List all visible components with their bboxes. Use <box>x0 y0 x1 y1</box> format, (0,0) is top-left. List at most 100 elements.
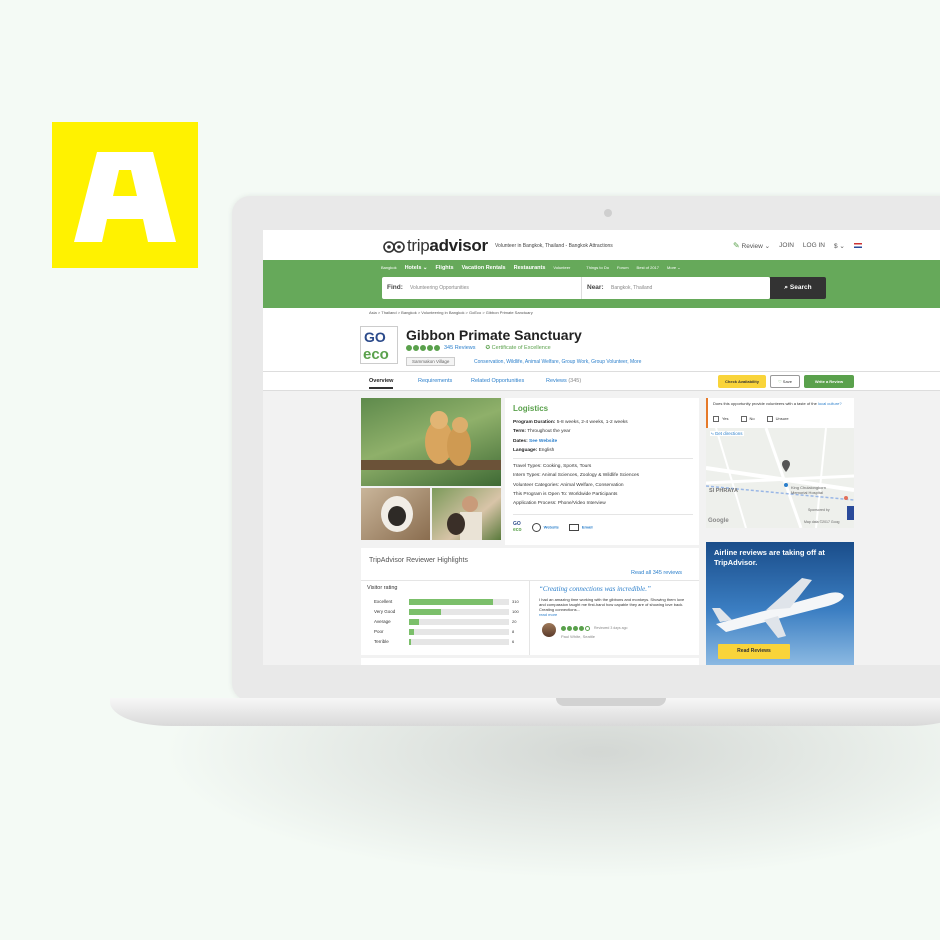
rating-bar-track <box>409 629 509 635</box>
nav-item-flights[interactable]: Flights <box>436 265 454 271</box>
goeco-small-logo: GO eco <box>513 521 522 533</box>
nav-item-things-to-do[interactable]: Things to Do <box>586 265 609 270</box>
nav-item-vacation-rentals[interactable]: Vacation Rentals <box>462 265 506 271</box>
nav-item-forum[interactable]: Forum <box>617 265 629 270</box>
dates-row: Dates: See Website <box>513 437 628 446</box>
tripadvisor-logo[interactable]: tripadvisor <box>383 236 488 256</box>
highlights-column-divider <box>529 580 530 655</box>
highlights-divider <box>361 580 699 581</box>
rating-bar-fill <box>409 629 414 635</box>
directions-icon: ⤷ <box>711 431 714 436</box>
login-link[interactable]: LOG IN <box>803 242 825 249</box>
save-button[interactable]: ♡ Save <box>770 375 800 388</box>
goeco-logo-top: GO <box>364 329 386 345</box>
rating-label: Very Good <box>374 609 396 614</box>
nav-item-more[interactable]: More ⌄ <box>667 265 681 270</box>
tab-requirements[interactable]: Requirements <box>418 378 452 384</box>
logistics-panel: Logistics Program Duration: 5-8 weeks, 2… <box>505 398 699 545</box>
review-button[interactable]: ✎ Review ⌄ <box>733 241 770 250</box>
question-text: Does this opportunity provide volunteers… <box>713 401 817 406</box>
contact-links: GO eco Website Email <box>513 521 593 533</box>
open-to-value: Worldwide Participants <box>568 491 618 497</box>
question-link[interactable]: local culture? <box>818 401 842 406</box>
email-label: Email <box>581 524 593 530</box>
page-crumb: Volunteer in Bangkok, Thailand - Bangkok… <box>495 243 613 249</box>
answer-unsure-label: Unsure <box>775 416 789 422</box>
tab-reviews[interactable]: Reviews (345) <box>546 378 581 384</box>
term-label: Term: <box>513 429 526 435</box>
answer-no-label: No <box>749 416 755 422</box>
logistics-divider-2 <box>513 514 693 515</box>
write-review-button[interactable]: Write a Review <box>804 375 854 388</box>
rating-row-very-good[interactable]: Very Good 100 <box>374 608 524 618</box>
review-quote-title[interactable]: “Creating connections was incredible.” <box>539 585 651 593</box>
avatar[interactable] <box>542 623 556 637</box>
gibbon-photo-small-1[interactable] <box>361 488 430 540</box>
map-hospital-label: King Chulalongkorn Memorial Hospital <box>791 485 826 495</box>
search-button[interactable]: ⌕ Search <box>770 277 826 299</box>
map-sponsor-logo[interactable] <box>847 506 854 520</box>
answer-no[interactable]: No <box>740 416 755 422</box>
rating-row: 345 Reviews ✪ Certificate of Excellence <box>406 345 551 351</box>
rating-bubbles <box>406 345 440 351</box>
find-input[interactable]: Volunteering Opportunities <box>410 285 469 291</box>
dates-link[interactable]: See Website <box>529 439 557 444</box>
volunteer-photo[interactable] <box>432 488 501 540</box>
rating-row-average[interactable]: Average 20 <box>374 618 524 628</box>
check-availability-button[interactable]: Check Availability <box>718 375 766 388</box>
travel-types-value: Cooking, Sports, Tours <box>542 464 592 469</box>
tab-reviews-count: (345) <box>568 378 582 384</box>
review-quote-body: I had an amazing time working with the g… <box>539 597 685 612</box>
language-row: Language: English <box>513 446 628 455</box>
save-label: Save <box>782 379 792 384</box>
content-bottom <box>361 658 699 665</box>
map-sponsored-label: Sponsored by <box>808 508 830 512</box>
tab-overview[interactable]: Overview <box>369 378 394 389</box>
dates-label: Dates: <box>513 438 528 444</box>
rating-row-terrible[interactable]: Terrible 6 <box>374 638 524 648</box>
airplane-icon <box>712 578 844 638</box>
globe-icon <box>531 522 541 532</box>
read-more-link[interactable]: read more <box>539 612 557 617</box>
rating-bar-fill <box>409 609 441 615</box>
gibbon-photo-main[interactable] <box>361 398 501 486</box>
rating-bar-track <box>409 639 509 645</box>
rating-row-excellent[interactable]: Excellent 310 <box>374 598 524 608</box>
review-bubbles <box>561 626 590 631</box>
application-label: Application Process: <box>513 501 557 507</box>
get-directions-link[interactable]: ⤷ Get directions <box>710 431 744 436</box>
read-all-reviews-link[interactable]: Read all 345 reviews <box>631 570 682 576</box>
heart-icon: ♡ <box>778 379 782 384</box>
camera-icon <box>604 209 612 217</box>
near-input[interactable]: Bangkok, Thailand <box>611 285 652 291</box>
intern-types-label: Intern Types: <box>513 473 541 479</box>
read-reviews-button[interactable]: Read Reviews <box>718 644 790 659</box>
nav-item-best-of[interactable]: Best of 2017 <box>637 265 659 270</box>
email-link[interactable]: Email <box>568 523 593 531</box>
search-divider <box>581 277 582 299</box>
join-link[interactable]: JOIN <box>779 242 794 249</box>
nav-item-hotels[interactable]: Hotels ⌄ <box>405 265 428 271</box>
top-bar: tripadvisor Volunteer in Bangkok, Thaila… <box>263 230 940 260</box>
rating-label: Terrible <box>374 639 389 644</box>
goeco-logo[interactable]: GO eco <box>360 326 398 364</box>
airline-ad[interactable]: Airline reviews are taking off at TripAd… <box>706 542 854 665</box>
nav-item-bangkok[interactable]: Bangkok <box>381 265 397 270</box>
tab-related-opportunities[interactable]: Related Opportunities <box>471 378 524 384</box>
category-links[interactable]: Conservation, Wildlife, Animal Welfare, … <box>474 359 641 365</box>
reviews-link[interactable]: 345 Reviews <box>444 345 476 351</box>
answer-yes[interactable]: Yes <box>713 416 729 422</box>
rating-count: 8 <box>512 629 515 634</box>
language-value: English <box>538 447 555 453</box>
nav-item-restaurants[interactable]: Restaurants <box>514 265 546 271</box>
location-map[interactable]: ⤷ Get directions SI PHRAYA King Chulalon… <box>706 428 854 528</box>
answer-unsure[interactable]: Unsure <box>766 416 789 422</box>
us-flag-icon[interactable] <box>853 243 862 248</box>
currency-select[interactable]: $ ⌄ <box>834 242 845 250</box>
rating-row-poor[interactable]: Poor 8 <box>374 628 524 638</box>
website-link[interactable]: Website <box>531 522 559 532</box>
nav-item-volunteer[interactable]: Volunteer <box>553 265 570 270</box>
open-to-row: This Program is Open To: Worldwide Parti… <box>513 490 639 499</box>
rating-count: 6 <box>512 639 515 644</box>
intern-types-row: Intern Types: Animal Sciences, Zoology &… <box>513 471 639 480</box>
